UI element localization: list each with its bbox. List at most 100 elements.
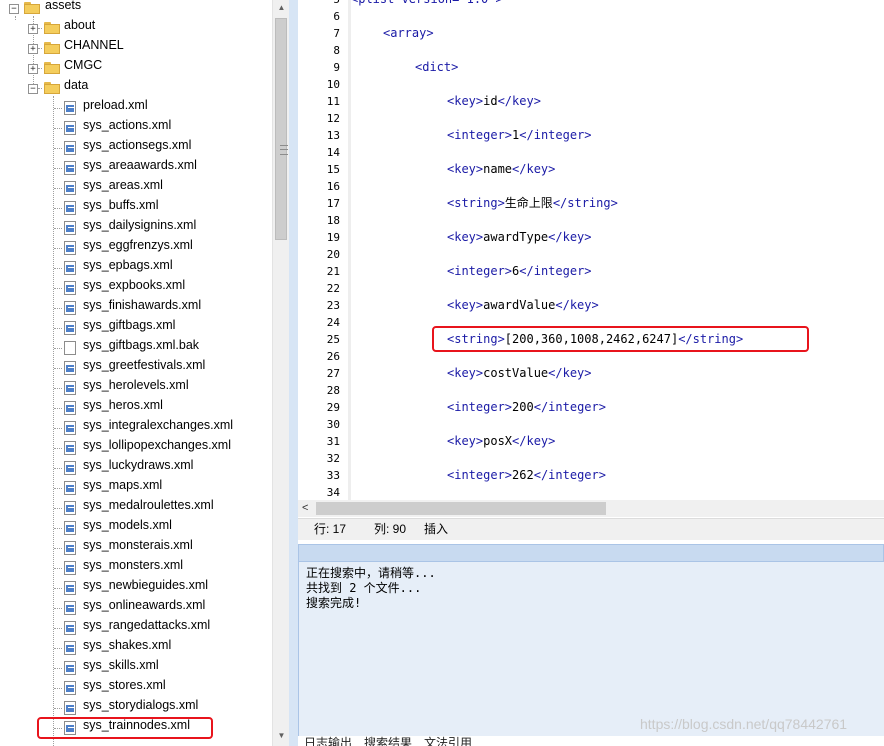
xml-file-icon [64, 641, 76, 655]
xml-value: 生命上限 [504, 196, 553, 210]
line-number: 33 [326, 469, 340, 482]
scroll-left-arrow-icon[interactable]: < [302, 500, 308, 517]
code-line[interactable]: <key>awardType</key> [447, 229, 592, 246]
line-number: 31 [326, 435, 340, 448]
xml-tag: <key> [447, 230, 484, 244]
output-line: 共找到 2 个文件... [306, 581, 422, 595]
xml-file-icon [64, 241, 76, 255]
xml-tag: </integer> [533, 400, 606, 414]
tree-node-label: sys_monsterais.xml [83, 538, 193, 552]
tree-node-label: sys_newbieguides.xml [83, 578, 209, 592]
xml-file-icon [64, 121, 76, 135]
xml-file-icon [64, 301, 76, 315]
tree-node-label: data [64, 78, 89, 92]
collapse-icon[interactable]: − [28, 84, 38, 94]
xml-tag: </key> [512, 434, 556, 448]
tree-node-label: sys_luckydraws.xml [83, 458, 194, 472]
watermark: https://blog.csdn.net/qq78442761 [640, 716, 848, 732]
expand-icon[interactable]: + [28, 24, 38, 34]
xml-tag: <key> [447, 366, 484, 380]
scroll-down-arrow-icon[interactable]: ▼ [274, 728, 289, 744]
expand-icon[interactable]: + [28, 44, 38, 54]
line-number: 27 [326, 367, 340, 380]
horizontal-scroll-thumb[interactable] [316, 502, 606, 515]
line-number: 20 [326, 248, 340, 261]
pane-splitter[interactable] [289, 0, 298, 746]
xml-value: costValue [483, 366, 549, 380]
xml-file-icon [64, 481, 76, 495]
xml-file-icon [64, 201, 76, 215]
line-number: 15 [326, 163, 340, 176]
folder-icon [44, 62, 60, 74]
xml-value: posX [483, 434, 513, 448]
xml-tag: </key> [497, 94, 541, 108]
tab-search-results[interactable]: 搜索结果 [364, 736, 412, 746]
code-line[interactable]: <integer>262</integer> [447, 467, 606, 484]
tree-node-label: about [64, 18, 96, 32]
code-line[interactable]: <key>posX</key> [447, 433, 555, 450]
code-line[interactable]: <string>生命上限</string> [447, 195, 618, 212]
tab-log-output[interactable]: 日志输出 [304, 736, 352, 746]
tree-node-label: sys_monsters.xml [83, 558, 184, 572]
line-number: 11 [326, 95, 340, 108]
tree-node-label: sys_onlineawards.xml [83, 598, 206, 612]
xml-file-icon [64, 441, 76, 455]
tree-scroll-thumb[interactable] [275, 18, 288, 240]
code-editor[interactable]: 5678910111213141516171819202122232425262… [298, 0, 884, 518]
tree-node-label: sys_buffs.xml [83, 198, 159, 212]
code-line[interactable]: <integer>1</integer> [447, 127, 592, 144]
xml-file-icon [64, 321, 76, 335]
xml-tag: <integer> [447, 400, 513, 414]
code-line[interactable]: <key>id</key> [447, 93, 541, 110]
line-number: 6 [333, 10, 340, 23]
xml-file-icon [64, 101, 76, 115]
xml-tag: <key> [447, 434, 484, 448]
xml-tag: </integer> [519, 128, 592, 142]
xml-value: [200,360,1008,2462,6247] [504, 332, 679, 346]
tree-node-label: CMGC [64, 58, 103, 72]
output-line: 搜索完成! [306, 596, 362, 610]
tab-grammar-reference[interactable]: 文法引用 [424, 736, 472, 746]
code-line[interactable]: <integer>6</integer> [447, 263, 592, 280]
scroll-up-arrow-icon[interactable]: ▲ [274, 0, 289, 16]
horizontal-scrollbar[interactable]: < [298, 500, 884, 517]
xml-tag: <integer> [447, 468, 513, 482]
output-log[interactable]: 正在搜索中，请稍等... 共找到 2 个文件... 搜索完成! [298, 562, 884, 736]
code-line[interactable]: <dict> [415, 59, 458, 76]
cursor-line-status: 行: 17 [314, 522, 347, 536]
xml-file-icon [64, 721, 76, 735]
xml-tag: </integer> [533, 468, 606, 482]
code-line[interactable]: <key>awardValue</key> [447, 297, 599, 314]
line-number: 29 [326, 401, 340, 414]
code-line[interactable]: <array> [383, 25, 434, 42]
tree-node-label: sys_eggfrenzys.xml [83, 238, 193, 252]
tree-node-label: sys_actionsegs.xml [83, 138, 192, 152]
code-line[interactable]: <integer>200</integer> [447, 399, 606, 416]
xml-tag: <key> [447, 162, 484, 176]
tree-node-label: sys_epbags.xml [83, 258, 173, 272]
xml-tag: <dict> [415, 60, 459, 74]
code-line[interactable]: <key>costValue</key> [447, 365, 592, 382]
tree-node-label: sys_storydialogs.xml [83, 698, 199, 712]
xml-file-icon [64, 461, 76, 475]
xml-value: name [483, 162, 513, 176]
insert-mode-status: 插入 [424, 522, 449, 536]
tree-node-label: sys_skills.xml [83, 658, 159, 672]
xml-tag: <integer> [447, 264, 513, 278]
tree-node-assets[interactable] [0, 0, 272, 18]
tree-scrollbar[interactable]: ▲ ▼ [272, 0, 289, 746]
tree-node-label: sys_heros.xml [83, 398, 163, 412]
code-line[interactable]: <string>[200,360,1008,2462,6247]</string… [447, 331, 743, 348]
expand-icon[interactable]: + [28, 64, 38, 74]
tree-node-label: sys_expbooks.xml [83, 278, 186, 292]
xml-tag: </key> [512, 162, 556, 176]
line-number: 28 [326, 384, 340, 397]
code-line[interactable]: <key>name</key> [447, 161, 555, 178]
xml-file-icon [64, 161, 76, 175]
folder-icon [24, 2, 40, 14]
code-line[interactable]: <plist version="1.0"> [351, 0, 503, 8]
line-number: 19 [326, 231, 340, 244]
line-number: 32 [326, 452, 340, 465]
line-number: 21 [326, 265, 340, 278]
collapse-icon[interactable]: − [9, 4, 19, 14]
